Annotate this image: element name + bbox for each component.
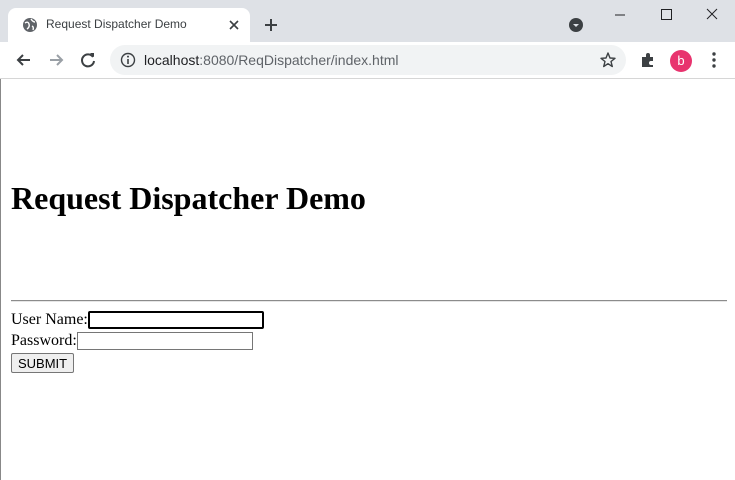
extensions-puzzle-icon[interactable]: [638, 50, 658, 70]
browser-chrome: Request Dispatcher Demo localhost:8080/R…: [0, 0, 735, 79]
password-input[interactable]: [76, 332, 253, 351]
url-text[interactable]: localhost:8080/ReqDispatcher/index.html: [144, 52, 399, 68]
reload-icon[interactable]: [78, 50, 98, 70]
menu-dots-icon[interactable]: [704, 50, 724, 70]
horizontal-rule: [11, 300, 727, 302]
password-row: Password:: [11, 332, 253, 351]
username-row: User Name:: [11, 311, 264, 330]
username-label: User Name:: [11, 311, 88, 329]
url-host: localhost: [144, 52, 200, 68]
tab-search-icon[interactable]: [567, 16, 585, 34]
page-content: Request Dispatcher Demo User Name: Passw…: [0, 79, 735, 480]
close-tab-icon[interactable]: [226, 17, 242, 33]
minimize-icon[interactable]: [597, 4, 643, 26]
bookmark-star-icon[interactable]: [599, 51, 617, 69]
browser-toolbar: localhost:8080/ReqDispatcher/index.html …: [0, 42, 735, 79]
globe-icon: [23, 18, 37, 32]
info-icon[interactable]: [120, 52, 136, 68]
page-title: Request Dispatcher Demo: [11, 180, 366, 216]
address-bar[interactable]: localhost:8080/ReqDispatcher/index.html: [110, 45, 626, 75]
profile-avatar[interactable]: b: [670, 50, 692, 72]
url-path: :8080/ReqDispatcher/index.html: [199, 52, 399, 68]
forward-arrow-icon[interactable]: [46, 50, 66, 70]
close-window-icon[interactable]: [689, 4, 735, 26]
username-input[interactable]: [87, 311, 264, 330]
tab-title: Request Dispatcher Demo: [46, 17, 187, 31]
password-label: Password:: [11, 332, 77, 350]
new-tab-icon[interactable]: [262, 16, 280, 34]
submit-button[interactable]: SUBMIT: [11, 353, 75, 373]
browser-tab[interactable]: Request Dispatcher Demo: [8, 8, 250, 42]
maximize-icon[interactable]: [643, 4, 689, 26]
back-arrow-icon[interactable]: [14, 50, 34, 70]
